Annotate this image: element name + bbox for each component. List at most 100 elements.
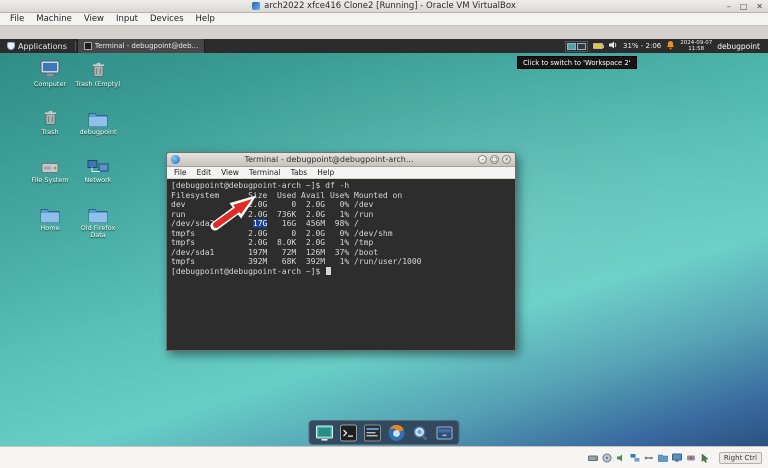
menu-item-file[interactable]: File — [4, 13, 30, 25]
workspace-switcher[interactable] — [565, 41, 588, 52]
dock — [309, 420, 460, 445]
menu-item-help[interactable]: Help — [190, 13, 221, 25]
desktop-icon-file-system[interactable]: File System — [26, 155, 74, 203]
desktop-icon-home[interactable]: Home — [26, 203, 74, 251]
menu-item-view[interactable]: View — [78, 13, 110, 25]
applications-menu-button[interactable]: Applications — [0, 39, 74, 53]
clock-time: 11:58 — [688, 46, 704, 52]
host-key-label: Right Ctrl — [719, 452, 762, 464]
dock-file-manager-icon[interactable] — [435, 423, 454, 442]
folder-icon — [88, 203, 108, 223]
xfce-panel: Applications Terminal - debugpoint@deb..… — [0, 39, 768, 53]
window-controls: – □ ✕ — [727, 0, 763, 13]
window-title: arch2022 xfce416 Clone2 [Running] - Orac… — [264, 1, 516, 11]
volume-icon[interactable] — [608, 40, 618, 52]
workspace-2[interactable] — [577, 43, 586, 50]
terminal-line: Filesystem Size Used Avail Use% Mounted … — [171, 191, 511, 201]
desktop-icon-label: Network — [84, 177, 111, 184]
desktop-icon-label: debugpoint — [79, 129, 116, 136]
desktop-icon-debugpoint[interactable]: debugpoint — [74, 107, 122, 155]
notification-bell-icon[interactable] — [666, 40, 675, 52]
menu-item-edit[interactable]: Edit — [192, 168, 217, 177]
status-hard-disk-icon[interactable] — [588, 452, 599, 463]
menu-item-input[interactable]: Input — [110, 13, 144, 25]
status-network-icon[interactable] — [630, 452, 641, 463]
terminal-line: run 2.0G 736K 2.0G 1% /run — [171, 210, 511, 220]
trash-icon — [42, 107, 59, 127]
computer-icon — [39, 59, 61, 79]
menu-item-view[interactable]: View — [216, 168, 244, 177]
terminal-line: [debugpoint@debugpoint-arch ~]$ df -h — [171, 181, 511, 191]
terminal-line: tmpfs 392M 68K 392M 1% /run/user/1000 — [171, 257, 511, 267]
menu-item-machine[interactable]: Machine — [30, 13, 78, 25]
workspace-tooltip: Click to switch to 'Workspace 2' — [517, 56, 637, 69]
user-session-button[interactable]: debugpoint — [717, 42, 763, 51]
terminal-window-buttons: – □ × — [478, 155, 511, 164]
terminal-cursor — [326, 267, 331, 275]
desktop-icon-label: Home — [40, 225, 59, 232]
dock-show-desktop-icon[interactable] — [315, 423, 334, 442]
terminal-line: tmpfs 2.0G 8.0K 2.0G 1% /tmp — [171, 238, 511, 248]
desktop-icon-computer[interactable]: Computer — [26, 59, 74, 107]
terminal-line: dev 2.0G 0 2.0G 0% /dev — [171, 200, 511, 210]
terminal-line: tmpfs 2.0G 0 2.0G 0% /dev/shm — [171, 229, 511, 239]
panel-separator — [75, 41, 76, 51]
drive-icon — [40, 155, 60, 175]
dock-terminal-icon[interactable] — [339, 423, 358, 442]
menu-item-file[interactable]: File — [169, 168, 192, 177]
desktop-icon-trash[interactable]: Trash — [26, 107, 74, 155]
highlighted-value: 17G — [253, 219, 267, 228]
taskbar-window-label: Terminal - debugpoint@deb... — [95, 42, 198, 50]
menu-item-help[interactable]: Help — [312, 168, 339, 177]
dock-web-browser-icon[interactable] — [387, 423, 406, 442]
status-shared-folders-icon[interactable] — [658, 452, 669, 463]
taskbar-window-button[interactable]: Terminal - debugpoint@deb... — [77, 39, 205, 53]
vbox-statusbar: Right Ctrl — [0, 446, 768, 468]
desktop-icons: Computer Trash (Empty)Trash debugpoint File… — [26, 59, 122, 251]
close-button[interactable]: ✕ — [756, 0, 763, 13]
clock[interactable]: 2024-09-07 11:58 — [680, 40, 712, 52]
menu-item-tabs[interactable]: Tabs — [286, 168, 313, 177]
terminal-app-icon — [171, 155, 180, 164]
desktop-icon-label: File System — [31, 177, 68, 184]
workspace-1[interactable] — [567, 43, 576, 50]
xfce-logo-icon — [7, 42, 15, 50]
terminal-title: Terminal - debugpoint@debugpoint-arch... — [184, 155, 474, 164]
status-optical-disk-icon[interactable] — [602, 452, 613, 463]
status-audio-icon[interactable] — [616, 452, 627, 463]
applications-label: Applications — [18, 42, 67, 51]
terminal-line: [debugpoint@debugpoint-arch ~]$ — [171, 267, 511, 277]
battery-status-text: 31% - 2:06 — [623, 42, 661, 50]
statusbar-icons — [588, 452, 711, 463]
dock-app-window-icon[interactable] — [363, 423, 382, 442]
battery-icon[interactable] — [593, 43, 603, 49]
terminal-titlebar[interactable]: Terminal - debugpoint@debugpoint-arch...… — [167, 153, 515, 167]
desktop-icon-old-firefox-data[interactable]: Old Firefox Data — [74, 203, 122, 251]
menu-item-devices[interactable]: Devices — [144, 13, 190, 25]
terminal-window-icon — [84, 42, 92, 50]
dock-application-finder-icon[interactable] — [411, 423, 430, 442]
terminal-menubar: FileEditViewTerminalTabsHelp — [167, 167, 515, 179]
desktop-icon-network[interactable]: Network — [74, 155, 122, 203]
desktop-icon-label: Computer — [34, 81, 66, 88]
terminal-maximize-button[interactable]: □ — [490, 155, 499, 164]
vbox-titlebar: arch2022 xfce416 Clone2 [Running] - Orac… — [0, 0, 768, 13]
status-usb-icon[interactable] — [644, 452, 655, 463]
status-mouse-integration-icon[interactable] — [700, 452, 711, 463]
network-icon — [87, 155, 109, 175]
maximize-button[interactable]: □ — [740, 0, 748, 13]
status-display-icon[interactable] — [672, 452, 683, 463]
virtualbox-window: arch2022 xfce416 Clone2 [Running] - Orac… — [0, 0, 768, 468]
desktop-icon-trash-empty[interactable]: Trash (Empty) — [74, 59, 122, 107]
terminal-window[interactable]: Terminal - debugpoint@debugpoint-arch...… — [166, 152, 516, 351]
terminal-close-button[interactable]: × — [502, 155, 511, 164]
menu-item-terminal[interactable]: Terminal — [244, 168, 286, 177]
vbox-menubar: FileMachineViewInputDevicesHelp — [0, 13, 768, 26]
minimize-button[interactable]: – — [727, 0, 731, 13]
terminal-output[interactable]: [debugpoint@debugpoint-arch ~]$ df -hFil… — [167, 179, 515, 349]
status-recording-icon[interactable] — [686, 452, 697, 463]
desktop-icon-label: Old Firefox Data — [75, 225, 121, 239]
panel-tray: 31% - 2:06 2024-09-07 11:58 debugpoint — [565, 39, 768, 53]
terminal-minimize-button[interactable]: – — [478, 155, 487, 164]
folder-icon — [40, 203, 60, 223]
